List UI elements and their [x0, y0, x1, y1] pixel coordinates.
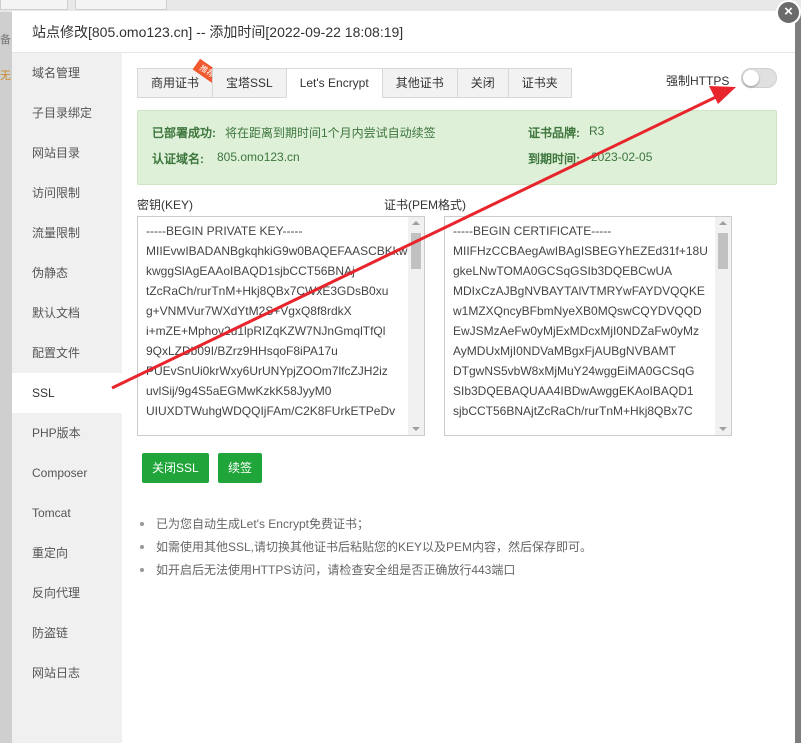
domain-value: 805.omo123.cn — [217, 150, 300, 164]
background-left-panel — [0, 12, 12, 743]
cert-line: MIIFHzCCBAegAwIBAgISBEGYhEZEd31f+18U — [453, 244, 708, 258]
key-line: uvlSij/9g4S5aEGMwKzkK58JyyM0 — [146, 384, 332, 398]
tab-close[interactable]: 关闭 — [456, 68, 508, 98]
scroll-up-icon[interactable] — [719, 221, 727, 225]
key-line: g+VNMVur7WXdYtM2S+VgxQ8f8rdkX — [146, 304, 352, 318]
key-line: kwggSlAgEAAoIBAQD1sjbCCT56BNAj — [146, 264, 355, 278]
scroll-thumb[interactable] — [411, 233, 421, 269]
scroll-down-icon[interactable] — [412, 427, 420, 431]
toggle-knob — [743, 70, 759, 86]
background-text: 备 — [0, 34, 11, 46]
sidebar-item-tomcat[interactable]: Tomcat — [12, 493, 122, 533]
brand-label: 证书品牌: — [528, 126, 580, 140]
key-textarea[interactable]: -----BEGIN PRIVATE KEY----- MIIEvwIBADAN… — [137, 216, 425, 436]
cert-line: MDIxCzAJBgNVBAYTAlVTMRYwFAYDVQQKE — [453, 284, 705, 298]
key-label: 密钥(KEY) — [137, 198, 194, 212]
scroll-down-icon[interactable] — [719, 427, 727, 431]
key-line: UIUXDTWuhgWDQQIjFAm/C2K8FUrkETPeDv — [146, 404, 396, 418]
note-item: 如开启后无法使用HTTPS访问，请检查安全组是否正确放行443端口 — [137, 559, 592, 582]
tab-cert-folder[interactable]: 证书夹 — [507, 68, 572, 98]
ssl-panel: 商用证书 推荐 宝塔SSL Let's Encrypt 其他证书 关闭 证书夹 … — [122, 53, 795, 743]
note-text: 如需使用其他SSL,请切换其他证书后粘贴您的KEY以及PEM内容，然后保存即可。 — [156, 540, 593, 554]
domain-label: 认证域名: — [152, 152, 204, 166]
sidebar-item-reverse-proxy[interactable]: 反向代理 — [12, 573, 122, 613]
scroll-up-icon[interactable] — [412, 221, 420, 225]
bullet-icon — [140, 567, 144, 572]
key-line: PUEvSnUi0krWxy6UrUNYpjZOOm7lfcZJH2iz — [146, 364, 388, 378]
cert-line: sjbCCT56BNAjtZcRaCh/rurTnM+Hkj8QBx7C — [453, 404, 693, 418]
sidebar-item-subdir-binding[interactable]: 子目录绑定 — [12, 93, 122, 133]
note-text: 已为您自动生成Let's Encrypt免费证书； — [156, 517, 369, 531]
site-edit-dialog: 站点修改[805.omo123.cn] -- 添加时间[2022-09-22 1… — [12, 11, 795, 743]
note-text: 如开启后无法使用HTTPS访问，请检查安全组是否正确放行443端口 — [156, 563, 516, 577]
key-line: MIIEvwIBADANBgkqhkiG9w0BAQEFAASCBKkwgg — [146, 244, 408, 258]
sidebar-item-site-directory[interactable]: 网站目录 — [12, 133, 122, 173]
deployed-value: 将在距离到期时间1个月内尝试自动续签 — [225, 126, 436, 140]
tab-commercial-cert[interactable]: 商用证书 推荐 — [137, 58, 222, 98]
sidebar-item-redirect[interactable]: 重定向 — [12, 533, 122, 573]
renew-button[interactable]: 续签 — [218, 453, 263, 483]
force-https-toggle[interactable] — [741, 68, 777, 88]
cert-label: 证书(PEM格式) — [384, 198, 466, 212]
bullet-icon — [140, 521, 144, 526]
force-https-label: 强制HTTPS — [666, 74, 730, 88]
background-tab — [75, 0, 167, 10]
cert-line: AyMDUxMjI0NDVaMBgxFjAUBgNVBAMT — [453, 344, 676, 358]
cert-line: gkeLNwTOMA0GCSqGSIb3DQEBCwUA — [453, 264, 673, 278]
sidebar-item-config-file[interactable]: 配置文件 — [12, 333, 122, 373]
sidebar-item-hotlink-protection[interactable]: 防盗链 — [12, 613, 122, 653]
sidebar-item-access-limit[interactable]: 访问限制 — [12, 173, 122, 213]
expire-value: 2023-02-05 — [591, 150, 653, 164]
cert-status-box: 已部署成功: 将在距离到期时间1个月内尝试自动续签 证书品牌: R3 认证域名:… — [137, 110, 777, 185]
sidebar-item-rewrite[interactable]: 伪静态 — [12, 253, 122, 293]
key-line: -----BEGIN PRIVATE KEY----- — [146, 224, 303, 238]
cert-line: -----BEGIN CERTIFICATE----- — [453, 224, 612, 238]
tab-other-cert[interactable]: 其他证书 — [381, 68, 457, 98]
bullet-icon — [140, 544, 144, 549]
cert-textarea[interactable]: -----BEGIN CERTIFICATE----- MIIFHzCCBAeg… — [444, 216, 732, 436]
background-text: 无 — [0, 70, 11, 82]
cert-line: SIb3DQEBAQUAA4IBDwAwggEKAoIBAQD1 — [453, 384, 694, 398]
tab-lets-encrypt[interactable]: Let's Encrypt — [285, 68, 382, 98]
cert-line: DTgwNS5vbW8xMjMuY24wggEiMA0GCSqG — [453, 364, 695, 378]
cert-scrollbar[interactable] — [715, 217, 731, 435]
dialog-title: 站点修改[805.omo123.cn] -- 添加时间[2022-09-22 1… — [12, 11, 795, 53]
close-icon[interactable]: × — [776, 0, 801, 25]
ssl-tabs: 商用证书 推荐 宝塔SSL Let's Encrypt 其他证书 关闭 证书夹 — [137, 58, 572, 98]
cert-line: w1MZXQncyBFbmNyeXB0MQswCQYDVQQD — [453, 304, 702, 318]
close-ssl-button[interactable]: 关闭SSL — [142, 453, 209, 483]
scroll-thumb[interactable] — [718, 233, 728, 269]
cert-line: EwJSMzAeFw0yMjExMDcxMjI0NDZaFw0yMz — [453, 324, 700, 338]
deployed-label: 已部署成功: — [152, 126, 216, 140]
sidebar-item-domain[interactable]: 域名管理 — [12, 53, 122, 93]
sidebar-item-composer[interactable]: Composer — [12, 453, 122, 493]
sidebar-item-php-version[interactable]: PHP版本 — [12, 413, 122, 453]
brand-value: R3 — [589, 124, 605, 138]
key-line: tZcRaCh/rurTnM+Hkj8QBx7CWxE3GDsB0xu — [146, 284, 389, 298]
site-settings-sidebar: 域名管理 子目录绑定 网站目录 访问限制 流量限制 伪静态 默认文档 配置文件 … — [12, 53, 122, 743]
key-line: i+mZE+Mphov2u1lpRIZqKZW7NJnGmqlTfQl — [146, 324, 386, 338]
sidebar-item-traffic-limit[interactable]: 流量限制 — [12, 213, 122, 253]
key-line: 9QxLZDb09I/BZrz9HHsqoF8iPA17u — [146, 344, 338, 358]
key-scrollbar[interactable] — [408, 217, 424, 435]
tab-label: 商用证书 — [151, 76, 200, 90]
ssl-notes: 已为您自动生成Let's Encrypt免费证书； 如需使用其他SSL,请切换其… — [137, 513, 592, 582]
background-tab — [0, 0, 68, 10]
tab-bt-ssl[interactable]: 宝塔SSL — [212, 68, 286, 98]
note-item: 如需使用其他SSL,请切换其他证书后粘贴您的KEY以及PEM内容，然后保存即可。 — [137, 536, 592, 559]
sidebar-item-site-log[interactable]: 网站日志 — [12, 653, 122, 693]
sidebar-item-default-doc[interactable]: 默认文档 — [12, 293, 122, 333]
sidebar-item-ssl[interactable]: SSL — [12, 373, 122, 413]
expire-label: 到期时间: — [528, 152, 580, 166]
note-item: 已为您自动生成Let's Encrypt免费证书； — [137, 513, 592, 536]
